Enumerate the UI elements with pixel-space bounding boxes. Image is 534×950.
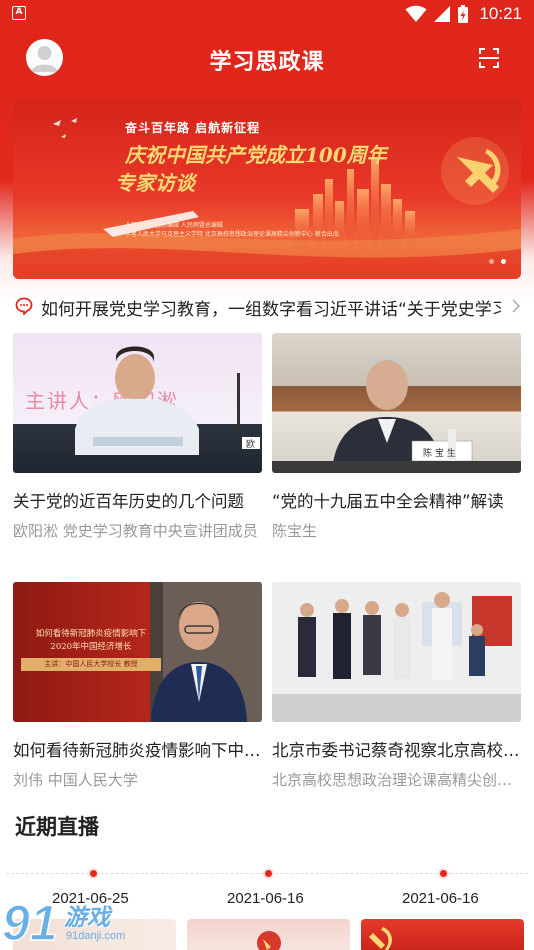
banner-title-line-2: 专家访谈 <box>115 171 195 195</box>
speech-bubble-icon <box>15 297 33 315</box>
live-date: 2021-06-16 <box>402 890 479 907</box>
lecture-title: 北京市委书记蔡奇视察北京高校思想政治理论课高精尖创新中心 <box>272 741 521 760</box>
wifi-icon <box>405 5 427 22</box>
lecture-thumbnail: 如何看待新冠肺炎疫情影响下 2020年中国经济增长 主讲：中国人民大学校长 教授 <box>13 582 262 722</box>
chevron-right-icon[interactable] <box>510 299 522 313</box>
lecture-speaker: 北京高校思想政治理论课高精尖创新中心 <box>272 771 521 789</box>
clock: 10:21 <box>479 4 522 23</box>
visit-photo <box>272 582 521 722</box>
lecture-thumbnail <box>272 582 521 722</box>
party-emblem-icon <box>369 927 392 950</box>
lecture-card[interactable]: 如何看待新冠肺炎疫情影响下 2020年中国经济增长 主讲：中国人民大学校长 教授… <box>13 582 262 790</box>
banner-credits: 人民出版社暨总编辑 人民网暨总编辑 学者人民大学马克思主义学院 北京高校思想政治… <box>125 221 339 239</box>
lecture-title: “党的十九届五中全会精神”解读 <box>272 492 504 511</box>
banner-subtitle: 奋斗百年路 启航新征程 <box>125 121 261 135</box>
lecture-card[interactable]: 北京市委书记蔡奇视察北京高校思想政治理论课高精尖创新中心 北京高校思想政治理论课… <box>272 582 521 790</box>
lecture-card[interactable]: 陈 宝 生 “党的十九届五中全会精神”解读 陈宝生 <box>272 333 521 541</box>
banner-credit-line-1: 人民出版社暨总编辑 人民网暨总编辑 <box>125 222 223 229</box>
banner-carousel[interactable]: 奋斗百年路 启航新征程 庆祝中国共产党成立100周年 专家访谈 人民出版社暨总编… <box>13 99 521 279</box>
nameplate-text: 欧 <box>246 440 256 450</box>
scan-icon[interactable] <box>477 46 501 70</box>
banner-credit-line-2: 学者人民大学马克思主义学院 北京高校思想政治理论课高精尖创新中心 联合出品 <box>125 231 339 238</box>
live-date: 2021-06-16 <box>227 890 304 907</box>
watermark-text: 游戏 <box>64 905 110 931</box>
banner-title: 庆祝中国共产党成立100周年 专家访谈 <box>115 141 387 197</box>
ticker-text: 如何开展党史学习教育，一组数字看习近平讲话“关于党史学习教育” <box>41 300 501 320</box>
party-emblem-icon <box>257 931 281 950</box>
signal-icon <box>434 6 451 22</box>
timeline-dot <box>265 870 272 877</box>
lecture-card[interactable]: 主讲人：欧阳淞 欧 关于党的近百年历史的几个问题 欧阳淞 党史学习教育中央宣讲团… <box>13 333 262 541</box>
svg-text:91: 91 <box>2 895 58 950</box>
live-thumbnail[interactable] <box>187 919 350 950</box>
live-thumbnail[interactable] <box>361 919 524 950</box>
lecture-title: 关于党的近百年历史的几个问题 <box>13 492 244 511</box>
lecture-speaker: 刘伟 中国人民大学 <box>13 771 138 789</box>
speaker-figure <box>272 357 521 473</box>
lecture-speaker: 陈宝生 <box>272 522 318 540</box>
lecture-speaker: 欧阳淞 党史学习教育中央宣讲团成员 <box>13 522 258 540</box>
page-title: 学习思政课 <box>209 50 325 75</box>
carousel-dot[interactable] <box>489 259 494 264</box>
battery-charging-icon <box>458 5 469 23</box>
carousel-dot-active[interactable] <box>501 259 506 264</box>
lecture-thumbnail: 陈 宝 生 <box>272 333 521 473</box>
title-bar: 学习思政课 <box>0 36 534 82</box>
news-ticker[interactable]: 如何开展党史学习教育，一组数字看习近平讲话“关于党史学习教育” <box>13 292 523 322</box>
nameplate-text: 陈 宝 生 <box>423 449 456 459</box>
banner-title-line-1: 庆祝中国共产党成立100周年 <box>125 143 387 167</box>
speaker-figure <box>75 346 260 455</box>
lecture-title: 如何看待新冠肺炎疫情影响下中国经济增长 <box>13 741 262 760</box>
watermark-url: 91danji.com <box>66 930 126 942</box>
speaker-figure <box>151 582 262 722</box>
section-title-recent-live: 近期直播 <box>15 815 99 839</box>
lecture-thumbnail: 主讲人：欧阳淞 欧 <box>13 333 262 473</box>
timeline-dot <box>440 870 447 877</box>
status-bar: A 10:21 <box>0 0 534 28</box>
timeline-dot <box>90 870 97 877</box>
app-notification-icon: A <box>12 6 26 20</box>
